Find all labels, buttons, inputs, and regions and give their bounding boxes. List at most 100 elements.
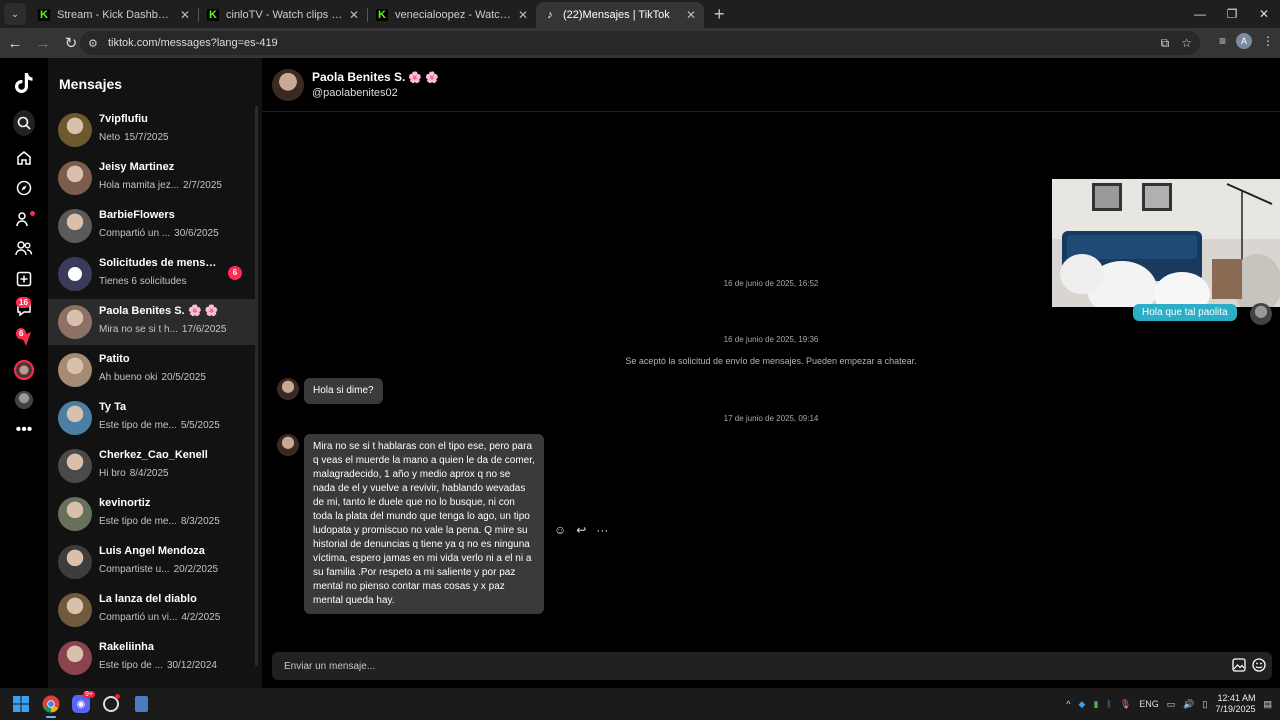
more-menu-icon[interactable]: ⋮ <box>1262 34 1274 48</box>
conversation-date: 20/2/2025 <box>173 564 219 575</box>
my-avatar <box>1250 303 1272 325</box>
preview-text: Hola mamita jez... <box>99 180 180 191</box>
conversation-item[interactable]: Luis Angel Mendoza Compartiste u... 20/2/2… <box>48 539 256 585</box>
more-options-icon[interactable]: ··· <box>596 523 608 537</box>
conversation-item[interactable]: Paola Benites S. 🌸 🌸 Mira no se si t h... 1… <box>48 299 256 345</box>
conversation-item[interactable]: kevinortiz Este tipo de me... 8/3/2025 <box>48 491 256 537</box>
conversation-item[interactable]: Cherkez_Cao_Kenell Hi bro 8/4/2025 <box>48 443 256 489</box>
contact-avatar[interactable] <box>272 69 304 101</box>
close-window-icon[interactable]: ✕ <box>1248 7 1280 21</box>
browser-tab-2[interactable]: K cinloTV - Watch clips on Kick ✕ <box>199 2 367 28</box>
bluetooth-icon[interactable]: ᛒ <box>1106 699 1111 709</box>
restore-icon[interactable]: ❐ <box>1216 7 1248 21</box>
explore-compass-icon[interactable] <box>13 177 35 199</box>
conversation-item[interactable]: 7vipflufiu Neto 15/7/2025 <box>48 107 256 153</box>
message-composer <box>272 652 1272 680</box>
browser-tab-3[interactable]: K venecialoopez - Watch clips on ✕ <box>368 2 536 28</box>
avatar <box>58 497 92 531</box>
conversation-item[interactable]: Ty Ta Este tipo de me... 5/5/2025 <box>48 395 256 441</box>
conversation-item[interactable]: BarbieFlowers Compartió un ... 30/6/2025 <box>48 203 256 249</box>
browser-tab-1[interactable]: K Stream - Kick Dashboard ✕ <box>30 2 198 28</box>
tray-app-icon[interactable]: ◆ <box>1079 699 1086 710</box>
conversation-item[interactable]: Patito Ah bueno oki 20/5/2025 <box>48 347 256 393</box>
avatar <box>58 161 92 195</box>
upload-icon[interactable] <box>13 268 35 290</box>
outgoing-message[interactable]: Hola que tal paolita <box>1133 304 1237 321</box>
browser-tab-4[interactable]: ♪ (22)Mensajes | TikTok ✕ <box>536 2 704 28</box>
conversation-name: kevinortiz <box>99 497 151 509</box>
incoming-message[interactable]: Mira no se si t hablaras con el tipo ese… <box>304 434 544 614</box>
preview-text: Este tipo de me... <box>99 516 177 527</box>
address-bar[interactable]: ⚙ tiktok.com/messages?lang=es-419 ⧉ ☆ <box>80 31 1200 55</box>
inbox-badge: 16 <box>16 297 31 308</box>
battery-icon[interactable]: ▯ <box>1202 699 1207 710</box>
bookmark-star-icon[interactable]: ☆ <box>1181 36 1192 51</box>
close-icon[interactable]: ✕ <box>518 8 528 22</box>
conversation-item[interactable]: La lanza del diablo Compartió un vi... 4/2… <box>48 587 256 633</box>
back-arrow-icon[interactable]: ← <box>2 35 28 52</box>
conversation-preview: Este tipo de ... 30/12/2024 <box>99 660 217 671</box>
preview-text: Neto <box>99 132 121 143</box>
friends-icon[interactable] <box>13 237 35 259</box>
install-app-icon[interactable]: ⧉ <box>1161 36 1170 51</box>
search-icon[interactable] <box>13 110 35 136</box>
close-icon[interactable]: ✕ <box>180 8 190 22</box>
avatar <box>58 113 92 147</box>
avatar <box>58 353 92 387</box>
profile-avatar-icon[interactable] <box>13 389 35 411</box>
close-icon[interactable]: ✕ <box>349 8 359 22</box>
image-attach-icon[interactable] <box>1232 658 1246 672</box>
chrome-taskbar-icon[interactable] <box>36 689 66 719</box>
incoming-message[interactable]: Hola si dime? <box>304 378 383 404</box>
conversation-date: 20/5/2025 <box>161 372 206 383</box>
contact-avatar-small[interactable] <box>277 434 299 456</box>
notifications-icon[interactable]: ▤ <box>1263 699 1272 710</box>
network-icon[interactable]: ▭ <box>1167 699 1176 710</box>
new-tab-button[interactable]: + <box>714 4 734 25</box>
conversation-item[interactable]: Solicitudes de mensaj... Tienes 6 solicit… <box>48 251 256 297</box>
language-indicator[interactable]: ENG <box>1139 699 1159 709</box>
tab-title: cinloTV - Watch clips on Kick <box>226 9 343 21</box>
calculator-taskbar-icon[interactable] <box>126 689 156 719</box>
taskbar-clock[interactable]: 12:41 AM 7/19/2025 <box>1215 693 1255 715</box>
windows-taskbar: ◉ 9+ ^ ◆ ▮ ᛒ 🎙 ENG ▭ 🔊 ▯ 12:41 AM 7/19/2… <box>0 688 1280 720</box>
reply-icon[interactable]: ↩ <box>576 523 586 537</box>
tab-search-button[interactable]: ⌄ <box>4 3 26 25</box>
tiktok-logo-icon[interactable] <box>13 72 35 94</box>
message-requests-icon <box>58 257 92 291</box>
more-dots-icon[interactable]: ••• <box>13 419 35 441</box>
tray-expand-icon[interactable]: ^ <box>1066 699 1070 709</box>
tray-app-icon[interactable]: ▮ <box>1093 699 1098 710</box>
message-input[interactable] <box>272 652 1192 680</box>
contact-avatar-small[interactable] <box>277 378 299 400</box>
avatar <box>58 449 92 483</box>
conversation-name: Solicitudes de mensaj... <box>99 257 221 269</box>
conversation-preview: Ah bueno oki 20/5/2025 <box>99 372 206 383</box>
preview-text: Este tipo de ... <box>99 660 163 671</box>
conversation-item[interactable]: Jeisy Martinez Hola mamita jez... 2/7/2025 <box>48 155 256 201</box>
emoji-icon[interactable] <box>1252 658 1266 672</box>
conversation-name: BarbieFlowers <box>99 209 175 221</box>
microphone-icon[interactable]: 🎙 <box>1120 699 1131 710</box>
live-avatar-icon[interactable] <box>13 359 35 381</box>
minimize-icon[interactable]: — <box>1184 7 1216 21</box>
windows-start-icon[interactable] <box>6 689 36 719</box>
conversation-preview: Tienes 6 solicitudes <box>99 276 186 287</box>
contact-handle: @paolabenites02 <box>312 87 398 99</box>
forward-arrow-icon[interactable]: → <box>30 35 56 52</box>
conversation-preview: Este tipo de me... 5/5/2025 <box>99 420 220 431</box>
discord-taskbar-icon[interactable]: ◉ 9+ <box>66 689 96 719</box>
obs-taskbar-icon[interactable] <box>96 689 126 719</box>
media-controls-icon[interactable]: ≡ <box>1219 34 1226 48</box>
avatar <box>58 545 92 579</box>
volume-icon[interactable]: 🔊 <box>1183 699 1194 710</box>
home-icon[interactable] <box>13 147 35 169</box>
conversation-item[interactable]: Rakeliinha Este tipo de ... 30/12/2024 <box>48 635 256 681</box>
close-icon[interactable]: ✕ <box>686 8 696 22</box>
tab-title: venecialoopez - Watch clips on <box>395 9 512 21</box>
react-emoji-icon[interactable]: ☺ <box>554 523 566 537</box>
conversation-preview: Hi bro 8/4/2025 <box>99 468 169 479</box>
profile-avatar[interactable]: A <box>1236 33 1252 49</box>
site-settings-icon[interactable]: ⚙ <box>88 37 106 50</box>
contact-name-row[interactable]: Paola Benites S. 🌸 🌸 <box>312 70 439 84</box>
